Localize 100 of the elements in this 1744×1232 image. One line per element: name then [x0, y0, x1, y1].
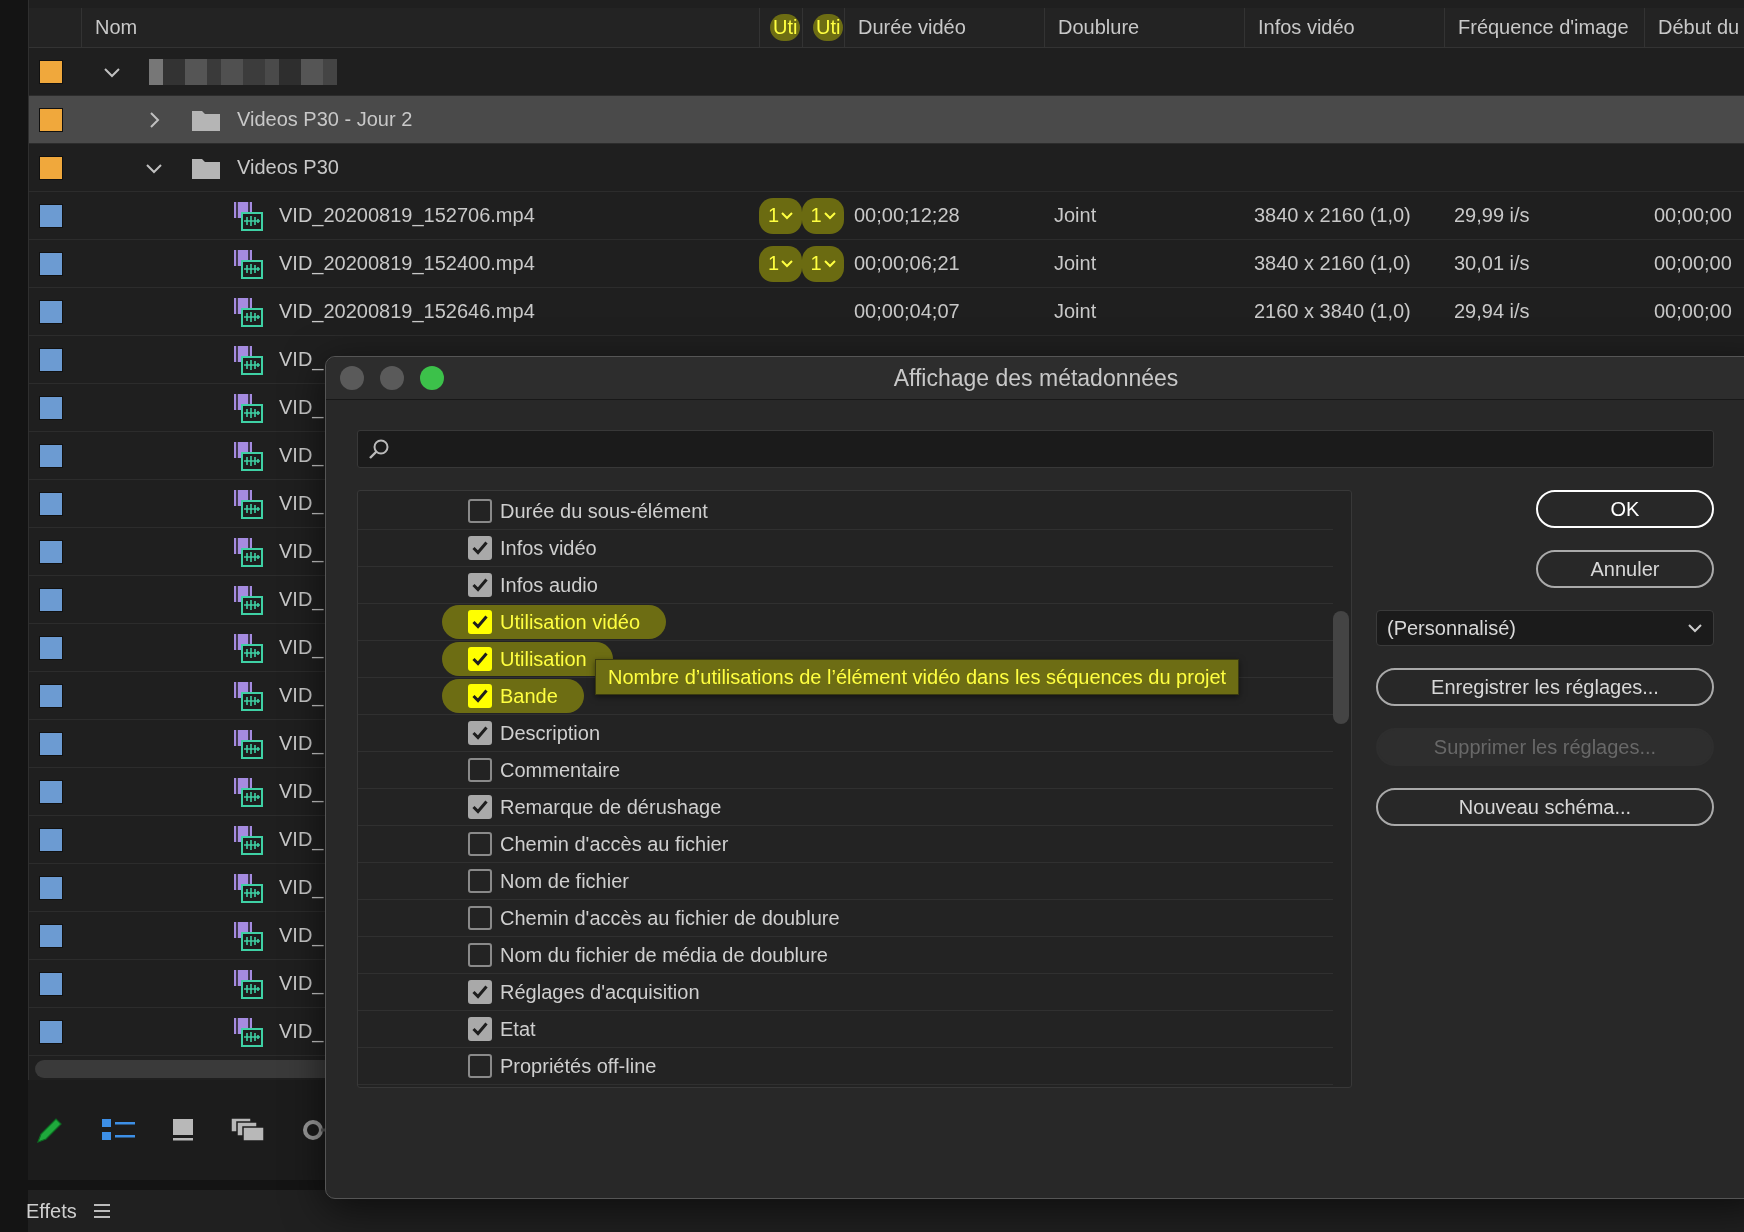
check-icon [472, 541, 488, 555]
checkbox[interactable] [468, 1054, 492, 1078]
panel-title: Effets [26, 1199, 77, 1223]
checkbox-label: Propriétés off-line [500, 1054, 657, 1078]
file-name: VID_ [279, 780, 324, 803]
action-button[interactable]: Nouveau schéma... [1376, 788, 1714, 826]
usage-count[interactable]: 1 [802, 197, 844, 234]
column-header[interactable]: Uti [813, 14, 844, 41]
zoom-button[interactable] [420, 366, 444, 390]
checkbox[interactable] [468, 536, 492, 560]
search-icon [368, 438, 390, 460]
column-header[interactable]: Début du [1655, 14, 1743, 41]
checkbox-label: Réglages d'acquisition [500, 980, 700, 1004]
checkbox-label: Infos vidéo [500, 536, 597, 560]
action-button[interactable]: Enregistrer les réglages... [1376, 668, 1714, 706]
checkbox-label: Utilisation vidéo [500, 610, 641, 634]
file-name: VID_20200819_152646.mp4 [279, 300, 535, 323]
video-clip-icon [233, 584, 263, 615]
table-cell-text: 3840 x 2160 (1,0) [1253, 204, 1412, 227]
table-cell-text: 00;00;00 [1653, 252, 1733, 275]
selected-row[interactable]: Videos P30 - Jour 2 [29, 96, 1744, 144]
usage-count[interactable]: 1 [759, 245, 802, 282]
freeform-view-icon[interactable] [230, 1117, 266, 1143]
video-clip-icon [233, 824, 263, 855]
video-clip-icon [233, 920, 263, 951]
cancel-button[interactable]: Annuler [1536, 550, 1714, 588]
checkbox[interactable] [468, 573, 492, 597]
table-cell-text: Joint [1053, 252, 1098, 275]
check-icon [472, 652, 488, 666]
table-cell-text: 29,94 i/s [1453, 300, 1531, 323]
table-cell-text: 00;00;06;21 [853, 252, 961, 275]
video-clip-icon [233, 344, 263, 375]
usage-count[interactable]: 1 [759, 197, 802, 234]
menu-icon[interactable] [92, 1203, 111, 1219]
file-name: VID_ [279, 444, 324, 467]
table-cell-text: 3840 x 2160 (1,0) [1253, 252, 1412, 275]
checkbox-label: Chemin d'accès au fichier de doublure [500, 906, 840, 930]
video-clip-icon [233, 488, 263, 519]
table-row[interactable]: VID_20200819_152646.mp4 00;00;04;07 Joint 2160 x 3840 (1,0) 29,94 i/s 00;00;00 [29, 288, 1744, 336]
file-name: VID_ [279, 1020, 324, 1043]
video-clip-icon [233, 440, 263, 471]
checkbox[interactable] [468, 943, 492, 967]
checkbox[interactable] [468, 869, 492, 893]
file-name: Videos P30 [237, 156, 339, 179]
checkbox-label: Chemin d'accès au fichier [500, 832, 729, 856]
checkbox-label: Nom du fichier de média de doublure [500, 943, 828, 967]
video-clip-icon [233, 776, 263, 807]
video-clip-icon [233, 536, 263, 567]
check-icon [472, 689, 488, 703]
table-row[interactable]: VID_20200819_152706.mp4 1 1 00;00;12;28 Joint 3840 x 2160 (1,0) 29,99 i/s 00;00;00 [29, 192, 1744, 240]
list-view-icon[interactable] [102, 1118, 136, 1142]
table-row[interactable]: VID_20200819_152400.mp4 1 1 00;00;06;21 Joint 3840 x 2160 (1,0) 30,01 i/s 00;00;00 [29, 240, 1744, 288]
checkbox[interactable] [468, 906, 492, 930]
ok-button[interactable]: OK [1536, 490, 1714, 528]
check-icon [472, 726, 488, 740]
checkbox[interactable] [468, 980, 492, 1004]
table-cell-text: 00;00;04;07 [853, 300, 961, 323]
column-header[interactable]: Uti [770, 14, 801, 41]
checkbox[interactable] [468, 499, 492, 523]
checkbox-label: Description [500, 721, 601, 745]
usage-count[interactable]: 1 [802, 245, 844, 282]
checkbox-label: Etat [500, 1017, 536, 1041]
column-header[interactable]: Nom [92, 14, 141, 41]
checkbox[interactable] [468, 832, 492, 856]
search-field[interactable] [357, 430, 1714, 468]
file-name: VID_ [279, 732, 324, 755]
icon-view-icon[interactable] [172, 1118, 194, 1142]
checkbox-label: Bande [500, 684, 558, 708]
tooltip: Nombre d’utilisations de l’élément vidéo dans les séquences du projet [595, 659, 1240, 695]
checkbox[interactable] [468, 1017, 492, 1041]
preset-dropdown[interactable]: (Personnalisé) [1376, 610, 1714, 646]
file-name: Videos P30 - Jour 2 [237, 108, 413, 131]
checkbox[interactable] [468, 795, 492, 819]
file-name: VID_20200819_152400.mp4 [279, 252, 535, 275]
table-cell-text: Joint [1053, 204, 1098, 227]
column-header[interactable]: Fréquence d'image [1455, 14, 1632, 41]
file-name: VID_ [279, 348, 324, 371]
check-icon [472, 615, 488, 629]
file-name: VID_ [279, 636, 324, 659]
check-icon [472, 800, 488, 814]
checkbox[interactable] [468, 758, 492, 782]
file-name: VID_ [279, 588, 324, 611]
column-header[interactable]: Doublure [1055, 14, 1143, 41]
table-cell-text: 29,99 i/s [1453, 204, 1531, 227]
video-clip-icon [233, 728, 263, 759]
video-clip-icon [233, 1016, 263, 1047]
scrollbar[interactable] [1333, 611, 1349, 724]
table-cell-text: 00;00;12;28 [853, 204, 961, 227]
chevron-down-icon [781, 259, 794, 268]
video-clip-icon [233, 680, 263, 711]
column-header[interactable]: Durée vidéo [855, 14, 969, 41]
table-cell-text: 30,01 i/s [1453, 252, 1531, 275]
column-header[interactable]: Infos vidéo [1255, 14, 1358, 41]
video-clip-icon [233, 200, 263, 231]
video-clip-icon [233, 296, 263, 327]
file-name: VID_ [279, 876, 324, 899]
chevron-down-icon [823, 259, 836, 268]
checkbox[interactable] [468, 721, 492, 745]
table-row[interactable]: Videos P30 [29, 144, 1744, 192]
checkbox-label: Durée du sous-élément [500, 499, 708, 523]
